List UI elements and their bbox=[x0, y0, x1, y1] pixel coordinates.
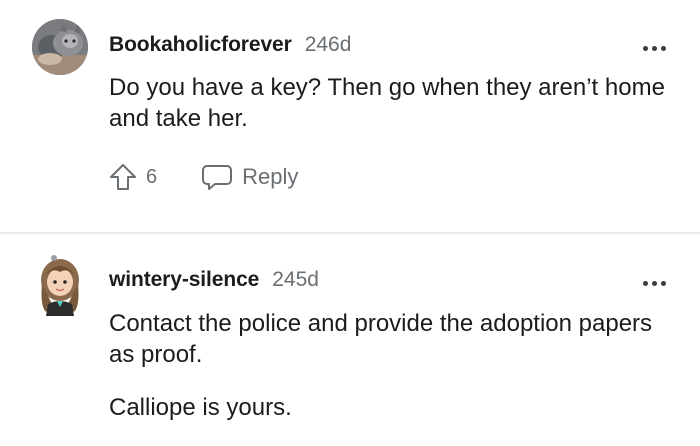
reply-button[interactable]: Reply bbox=[201, 162, 298, 192]
comment: Bookaholicforever 246d Do you have a key… bbox=[0, 0, 700, 232]
reply-label: Reply bbox=[242, 164, 299, 189]
upvote-arrow-icon bbox=[110, 164, 136, 190]
speech-bubble-icon bbox=[202, 165, 233, 190]
comment-author[interactable]: wintery-silence bbox=[109, 268, 259, 292]
comment-text: Calliope is yours. bbox=[109, 394, 292, 421]
comment-meta: wintery-silence 245d bbox=[109, 268, 319, 292]
comment-author[interactable]: Bookaholicforever bbox=[109, 33, 292, 57]
avatar[interactable] bbox=[32, 254, 88, 316]
comment-text: Do you have a key? Then go when they are… bbox=[109, 74, 665, 132]
avatar[interactable] bbox=[32, 19, 88, 75]
more-options-icon[interactable] bbox=[643, 281, 666, 286]
comment-text: Contact the police and provide the adopt… bbox=[109, 310, 653, 368]
upvote-count: 6 bbox=[146, 165, 158, 188]
comment-age: 245d bbox=[272, 268, 319, 291]
cartoon-girl-avatar-icon bbox=[41, 255, 79, 316]
comment: wintery-silence 245d Contact the police … bbox=[0, 234, 700, 446]
upvote-button[interactable]: 6 bbox=[108, 162, 157, 192]
comment-meta: Bookaholicforever 246d bbox=[109, 33, 351, 57]
cat-photo-avatar-icon bbox=[32, 19, 88, 75]
more-options-icon[interactable] bbox=[643, 46, 666, 51]
comment-age: 246d bbox=[304, 33, 352, 56]
comment-actions: 6 Reply bbox=[108, 162, 298, 192]
